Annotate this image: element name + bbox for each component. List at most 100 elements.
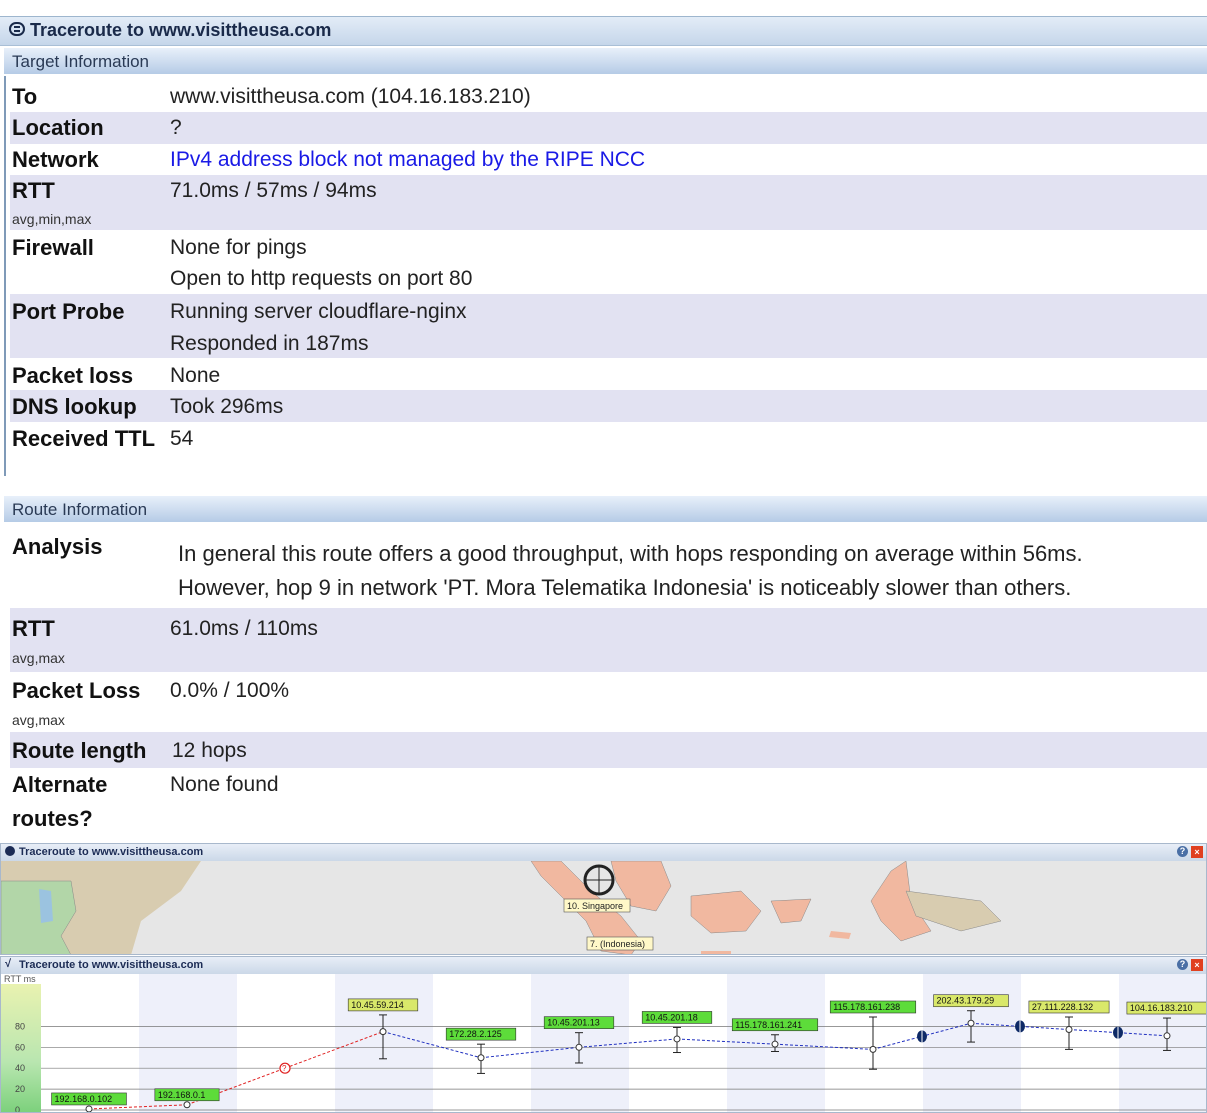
label-location: Location	[12, 115, 104, 140]
hop-label: 104.16.183.210	[1130, 1003, 1193, 1013]
column-band	[41, 974, 139, 1112]
rtt-panel-title-bar: √ Traceroute to www.visittheusa.com ? ×	[1, 957, 1206, 974]
value-location: ?	[170, 116, 182, 139]
value-dns-lookup: Took 296ms	[170, 395, 284, 418]
y-tick-label: 0	[15, 1105, 20, 1113]
hop-label: 192.168.0.1	[158, 1090, 206, 1100]
label-alternate-routes-2: routes?	[12, 806, 93, 831]
y-axis-label: RTT ms	[4, 974, 36, 984]
value-to[interactable]: www.visittheusa.com (104.16.183.210)	[170, 85, 531, 109]
hop-point	[85, 1105, 93, 1112]
map-label-singapore: 10. Singapore	[567, 901, 623, 911]
label-route-rtt: RTT	[12, 616, 55, 641]
y-tick-label: 20	[15, 1084, 25, 1094]
row-firewall: Firewall None for pings Open to http req…	[10, 230, 1207, 294]
value-route-rtt: 61.0ms / 110ms	[170, 617, 318, 640]
label-alternate-routes-1: Alternate	[12, 772, 108, 797]
row-alternate-routes: Alternate routes? None found	[10, 768, 1207, 840]
traceroute-icon	[9, 22, 25, 36]
hop-label: 115.178.161.241	[735, 1020, 802, 1030]
value-firewall-2: Open to http requests on port 80	[170, 267, 473, 290]
map-land-island-2	[701, 951, 731, 954]
y-tick-label: 40	[15, 1063, 25, 1073]
target-section-header: Target Information	[4, 48, 1207, 74]
rtt-graph-icon: √	[5, 958, 12, 970]
y-tick-label: 60	[15, 1042, 25, 1052]
route-loss-sub-label: avg,max	[12, 712, 65, 728]
map-panel: Traceroute to www.visittheusa.com ? × 10…	[0, 843, 1207, 955]
label-dns-lookup: DNS lookup	[12, 394, 137, 419]
help-icon[interactable]: ?	[1177, 959, 1188, 970]
unknown-hop-label: ?	[282, 1064, 287, 1073]
row-port-probe: Port Probe Running server cloudflare-ngi…	[10, 294, 1207, 358]
rtt-panel: √ Traceroute to www.visittheusa.com ? × …	[0, 956, 1207, 1113]
hop-point	[869, 1045, 877, 1053]
label-route-packet-loss: Packet Loss	[12, 678, 141, 703]
row-rtt: RTT avg,min,max 71.0ms / 57ms / 94ms	[10, 175, 1207, 230]
hop-point	[575, 1043, 583, 1051]
label-route-length: Route length	[12, 738, 147, 763]
map-panel-title-bar: Traceroute to www.visittheusa.com ? ×	[1, 844, 1206, 861]
analysis-line-2: However, hop 9 in network 'PT. Mora Tele…	[178, 575, 1072, 600]
hop-point	[1163, 1032, 1171, 1040]
network-link[interactable]: IPv4 address block not managed by the RI…	[170, 148, 645, 172]
hop-point	[379, 1028, 387, 1036]
map-land-green	[1, 880, 77, 954]
value-route-packet-loss: 0.0% / 100%	[170, 679, 290, 702]
hop-point	[477, 1054, 485, 1062]
column-band	[433, 974, 531, 1112]
row-dns-lookup: DNS lookup Took 296ms	[10, 390, 1207, 422]
row-received-ttl: Received TTL 54	[10, 422, 1207, 454]
hop-label: 10.45.59.214	[351, 1000, 404, 1010]
label-rtt: RTT	[12, 178, 55, 203]
hop-label: 10.45.201.13	[547, 1018, 600, 1028]
value-route-length: 12 hops	[172, 739, 247, 762]
rtt-panel-title: Traceroute to www.visittheusa.com	[19, 959, 204, 971]
hop-point	[183, 1101, 191, 1109]
rtt-sub-label: avg,min,max	[12, 211, 92, 227]
value-received-ttl: 54	[170, 427, 194, 450]
hop-label: 115.178.161.238	[833, 1002, 900, 1012]
map-panel-title: Traceroute to www.visittheusa.com	[19, 846, 204, 858]
value-port-probe-1: Running server cloudflare-nginx	[170, 300, 467, 323]
frame-border	[4, 76, 6, 476]
label-to: To	[12, 84, 38, 109]
route-section-header: Route Information	[4, 496, 1207, 522]
help-icon[interactable]: ?	[1177, 846, 1188, 857]
info-icon	[5, 846, 15, 856]
map-label-indonesia: 7. (Indonesia)	[590, 939, 645, 949]
label-analysis: Analysis	[12, 534, 103, 559]
hop-point	[673, 1035, 681, 1043]
top-strip	[0, 0, 1207, 6]
column-band	[1021, 974, 1119, 1112]
row-route-packet-loss: Packet Loss avg,max 0.0% / 100%	[10, 672, 1207, 732]
hop-point	[967, 1019, 975, 1027]
row-packet-loss: Packet loss None	[10, 358, 1207, 390]
row-to: To www.visittheusa.com (104.16.183.210)	[10, 80, 1207, 112]
route-map[interactable]: 10. Singapore 7. (Indonesia)	[1, 861, 1206, 955]
rtt-chart[interactable]: RTT ms 0 20 40 60 80 192.168.0.102 192.168.0.1?…	[1, 974, 1206, 1113]
value-alternate-routes: None found	[170, 773, 279, 796]
column-band	[531, 974, 629, 1112]
hop-label: 10.45.201.18	[645, 1012, 698, 1022]
column-band	[825, 974, 923, 1112]
row-route-rtt: RTT avg,max 61.0ms / 110ms	[10, 608, 1207, 672]
column-band	[629, 974, 727, 1112]
close-icon[interactable]: ×	[1191, 959, 1203, 971]
route-rtt-sub-label: avg,max	[12, 650, 65, 666]
value-packet-loss: None	[170, 364, 221, 387]
route-section-title: Route Information	[12, 500, 148, 519]
value-port-probe-2: Responded in 187ms	[170, 332, 369, 355]
hop-point	[1065, 1026, 1073, 1034]
row-analysis: Analysis In general this route offers a …	[10, 528, 1207, 608]
label-packet-loss: Packet loss	[12, 363, 134, 388]
label-port-probe: Port Probe	[12, 299, 125, 324]
y-tick-label: 80	[15, 1021, 25, 1031]
map-lake	[39, 889, 53, 923]
hop-label: 172.28.2.125	[449, 1029, 502, 1039]
row-location: Location ?	[10, 112, 1207, 144]
close-icon[interactable]: ×	[1191, 846, 1203, 858]
hop-label: 192.168.0.102	[55, 1094, 113, 1104]
column-band	[1119, 974, 1206, 1112]
target-section-title: Target Information	[12, 52, 150, 71]
